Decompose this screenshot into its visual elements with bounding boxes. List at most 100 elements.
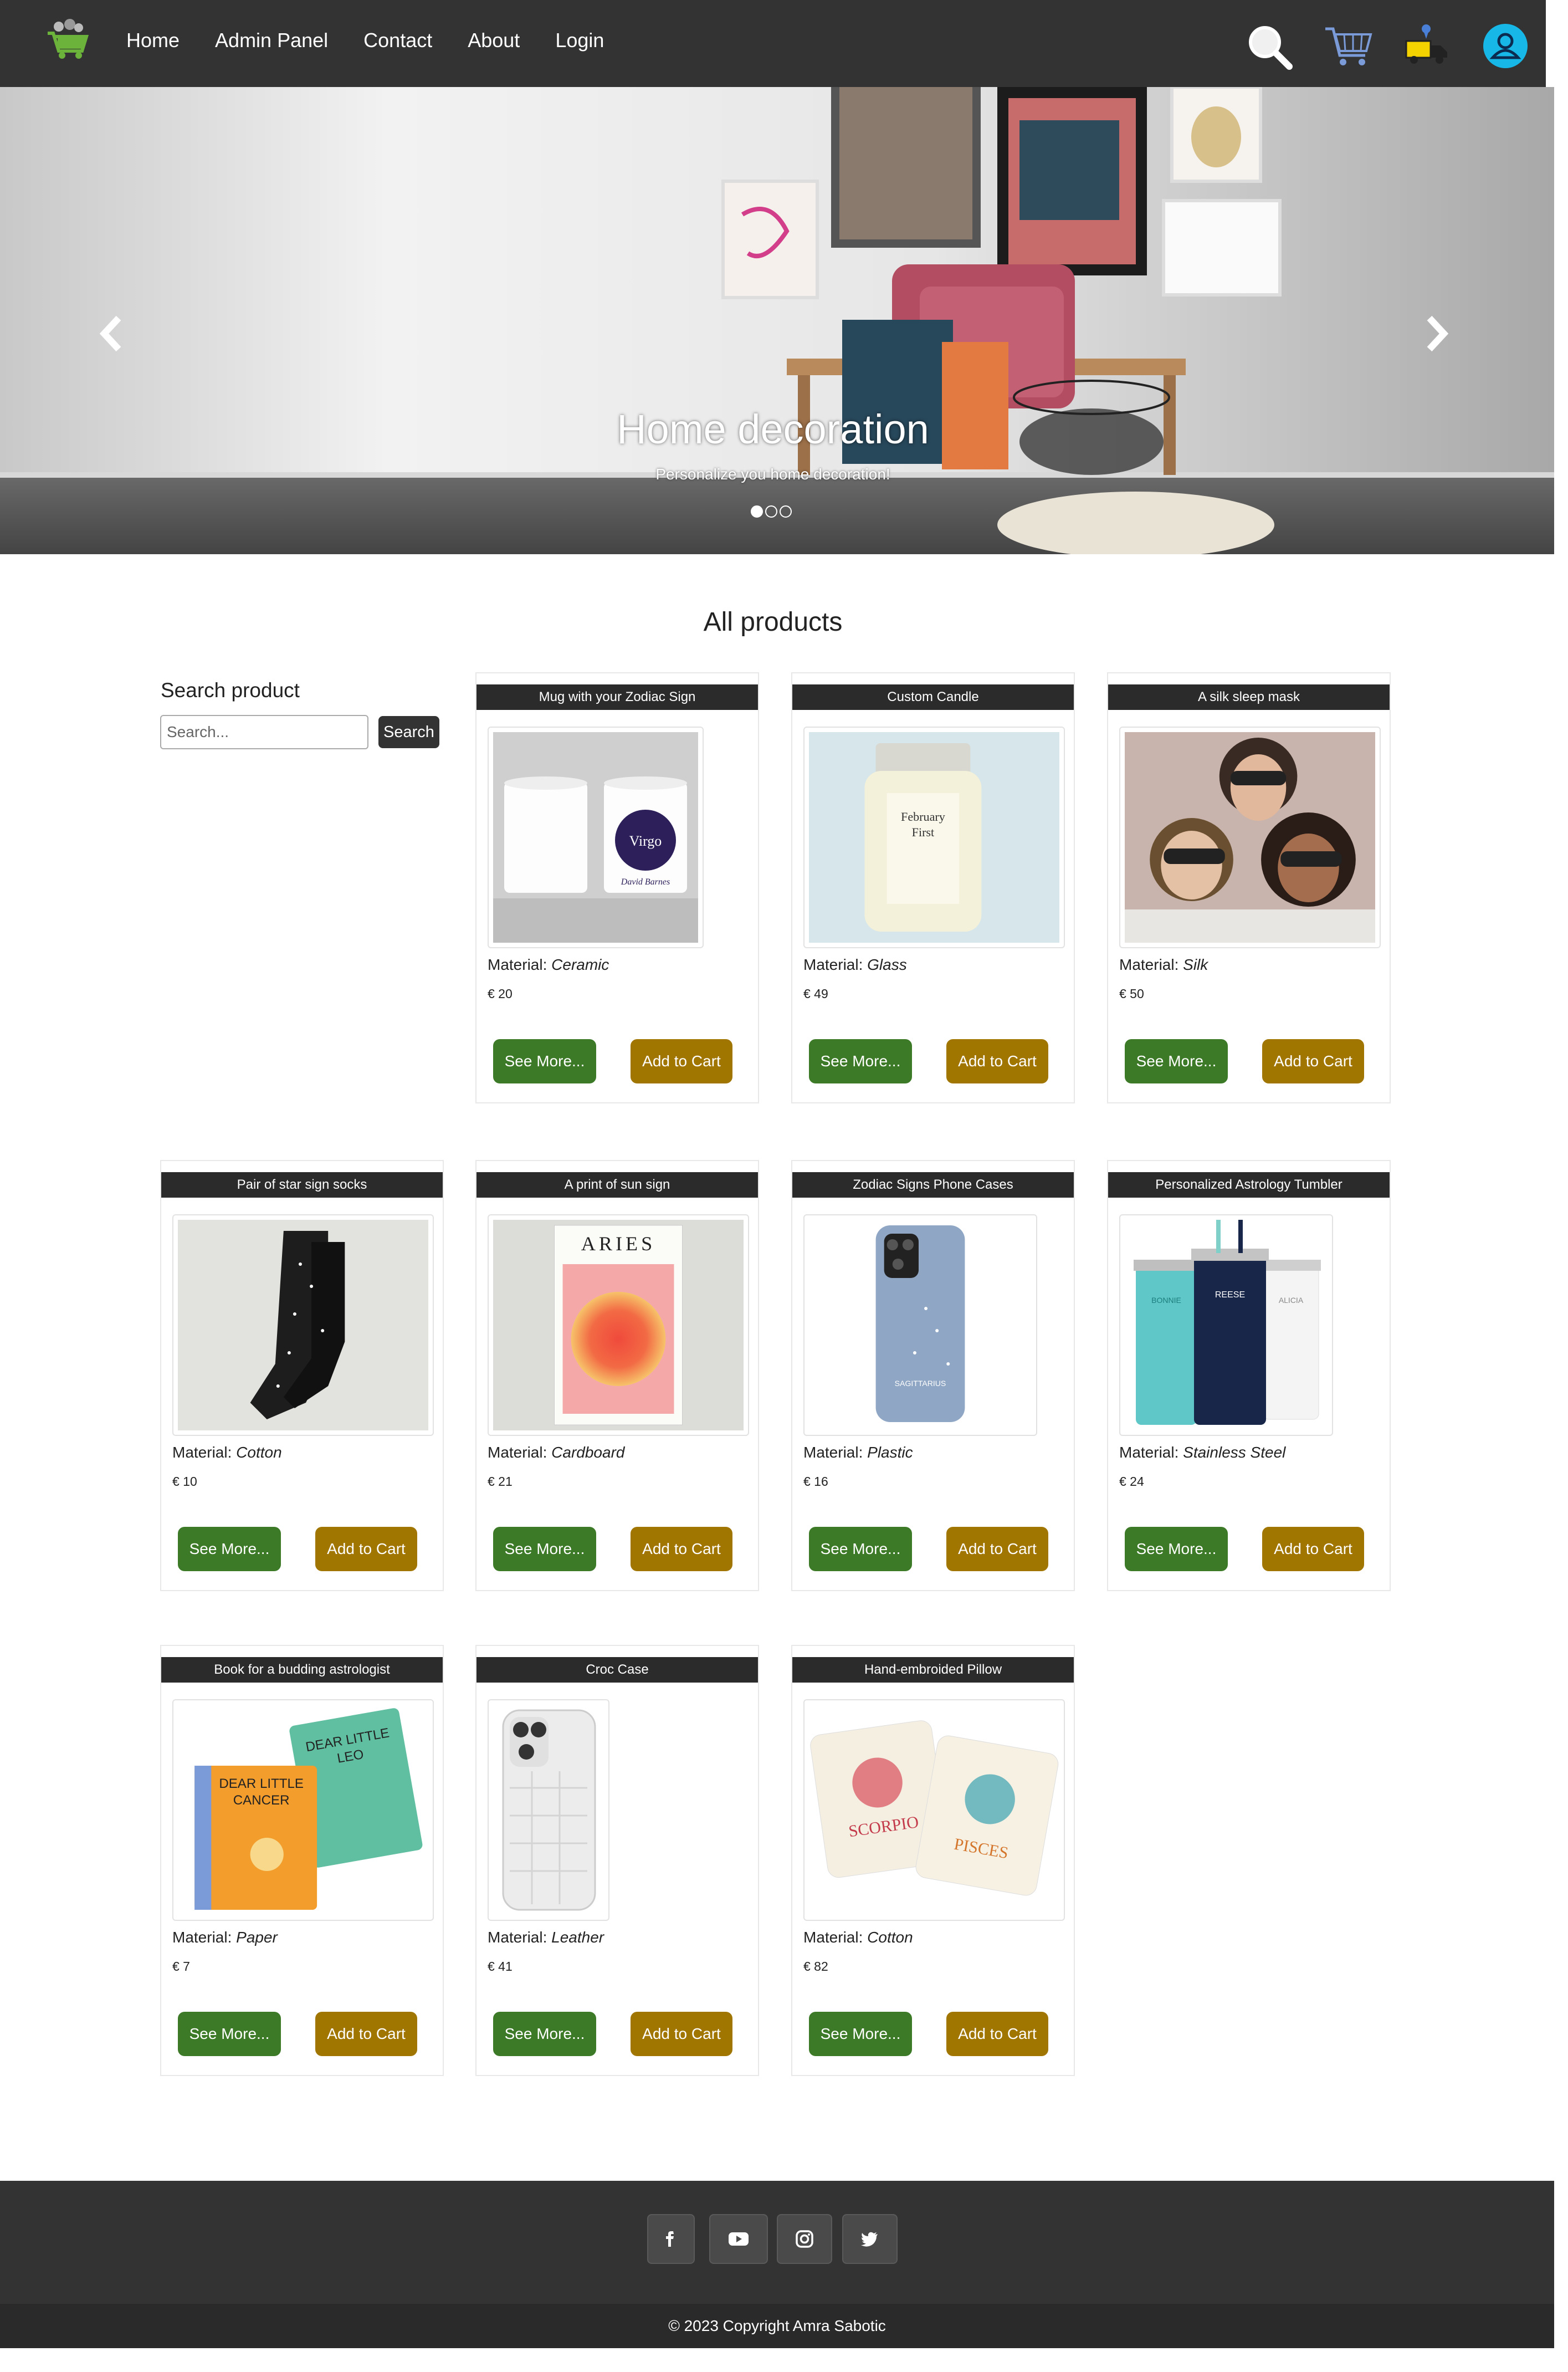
add-to-cart-button[interactable]: Add to Cart [315,2012,417,2056]
product-title: A print of sun sign [476,1172,758,1198]
carousel-caption-subtitle: Personalize you home decoration! [655,466,890,483]
product-material: Material: Cotton [172,1444,282,1461]
product-material: Material: Paper [172,1929,278,1946]
instagram-icon[interactable] [777,2214,832,2264]
tumbler-name-3: ALICIA [1279,1296,1304,1305]
product-image[interactable]: SAGITTARIUS [803,1214,1037,1436]
product-image[interactable]: DEAR LITTLE LEO DEAR LITTLE CANCER [172,1699,434,1921]
carousel-caption-title: Home decoration [617,406,929,452]
see-more-button[interactable]: See More... [493,2012,596,2056]
add-to-cart-button[interactable]: Add to Cart [946,1527,1048,1571]
see-more-button[interactable]: See More... [1125,1527,1228,1571]
product-image[interactable]: SCORPIO PISCES [803,1699,1065,1921]
nav-links: Home Admin Panel Contact About Login [126,0,639,80]
search-button[interactable]: Search [378,716,439,748]
product-price: € 49 [803,986,828,1001]
add-to-cart-button[interactable]: Add to Cart [631,1527,732,1571]
mug-sign-text: Virgo [629,833,662,849]
see-more-button[interactable]: See More... [809,1039,912,1083]
see-more-button[interactable]: See More... [809,1527,912,1571]
add-to-cart-button[interactable]: Add to Cart [315,1527,417,1571]
add-to-cart-button[interactable]: Add to Cart [1262,1527,1364,1571]
nav-contact[interactable]: Contact [363,29,432,52]
candle-text-line2: First [912,825,934,839]
candle-text-line1: February [901,810,945,824]
twitter-icon[interactable] [842,2214,898,2264]
product-image[interactable]: BONNIE REESE ALICIA [1119,1214,1333,1436]
product-image[interactable]: Virgo David Barnes [488,727,704,948]
product-title: Mug with your Zodiac Sign [476,684,758,710]
product-image[interactable]: ARIES [488,1214,749,1436]
product-material: Material: Silk [1119,956,1208,973]
product-image[interactable] [172,1214,434,1436]
carousel-prev-icon[interactable] [90,311,134,356]
product-price: € 10 [172,1474,197,1489]
book1-title-line2: CANCER [233,1793,290,1808]
product-material: Material: Cardboard [488,1444,625,1461]
nav-home[interactable]: Home [126,29,180,52]
phone-sign-text: SAGITTARIUS [895,1379,946,1388]
nav-about[interactable]: About [468,29,520,52]
carousel-next-icon[interactable] [1414,311,1458,356]
product-price: € 82 [803,1959,828,1974]
product-material: Material: Cotton [803,1929,913,1946]
product-price: € 41 [488,1959,513,1974]
product-image[interactable]: February First [803,727,1065,948]
youtube-icon[interactable] [709,2214,768,2264]
products-title: All products [703,607,843,637]
carousel-dot-1[interactable] [751,505,763,518]
product-card: Hand-embroided Pillow SCORPIO PISCES Mat… [791,1645,1075,2076]
copyright-text: © 2023 Copyright Amra Sabotic [0,2304,1554,2348]
product-material: Material: Leather [488,1929,604,1946]
product-title: Personalized Astrology Tumbler [1108,1172,1390,1198]
add-to-cart-button[interactable]: Add to Cart [631,1039,732,1083]
footer [0,2181,1554,2304]
see-more-button[interactable]: See More... [178,1527,281,1571]
navbar: Home Admin Panel Contact About Login [0,0,1546,87]
product-title: Custom Candle [792,684,1074,710]
carousel-slide-image [0,87,1554,554]
product-material: Material: Stainless Steel [1119,1444,1286,1461]
user-icon[interactable] [1480,21,1530,71]
add-to-cart-button[interactable]: Add to Cart [631,2012,732,2056]
nav-admin-panel[interactable]: Admin Panel [215,29,328,52]
see-more-button[interactable]: See More... [493,1527,596,1571]
cart-icon[interactable] [1323,21,1373,71]
see-more-button[interactable]: See More... [178,2012,281,2056]
carousel-dot-2[interactable] [765,505,777,518]
product-price: € 20 [488,986,513,1001]
product-title: Zodiac Signs Phone Cases [792,1172,1074,1198]
search-label: Search product [161,679,300,702]
search-icon[interactable] [1244,21,1294,71]
see-more-button[interactable]: See More... [493,1039,596,1083]
add-to-cart-button[interactable]: Add to Cart [946,1039,1048,1083]
delivery-icon[interactable] [1402,21,1452,71]
product-card: Zodiac Signs Phone Cases SAGITTARIUS Mat… [791,1160,1075,1591]
product-price: € 7 [172,1959,190,1974]
product-price: € 21 [488,1474,513,1489]
product-price: € 24 [1119,1474,1144,1489]
product-title: Pair of star sign socks [161,1172,443,1198]
carousel-indicators [751,505,794,518]
mug-name-text: David Barnes [621,877,670,887]
product-card: A silk sleep mask Material: Silk € 50 Se… [1107,672,1391,1103]
product-price: € 50 [1119,986,1144,1001]
product-image[interactable] [1119,727,1381,948]
add-to-cart-button[interactable]: Add to Cart [1262,1039,1364,1083]
add-to-cart-button[interactable]: Add to Cart [946,2012,1048,2056]
book1-title-line1: DEAR LITTLE [219,1776,304,1791]
see-more-button[interactable]: See More... [1125,1039,1228,1083]
print-title-text: ARIES [581,1233,656,1255]
see-more-button[interactable]: See More... [809,2012,912,2056]
product-material: Material: Ceramic [488,956,609,973]
product-card: Personalized Astrology Tumbler BONNIE RE… [1107,1160,1391,1591]
hero-carousel: Home decoration Personalize you home dec… [0,87,1554,554]
shop-logo-icon[interactable] [42,17,92,61]
product-card: Custom Candle February First Material: G… [791,672,1075,1103]
product-image[interactable] [488,1699,609,1921]
facebook-icon[interactable] [647,2214,695,2264]
product-card: Mug with your Zodiac Sign Virgo David Ba… [475,672,759,1103]
search-input[interactable] [160,715,368,749]
carousel-dot-3[interactable] [780,505,792,518]
nav-login[interactable]: Login [555,29,604,52]
